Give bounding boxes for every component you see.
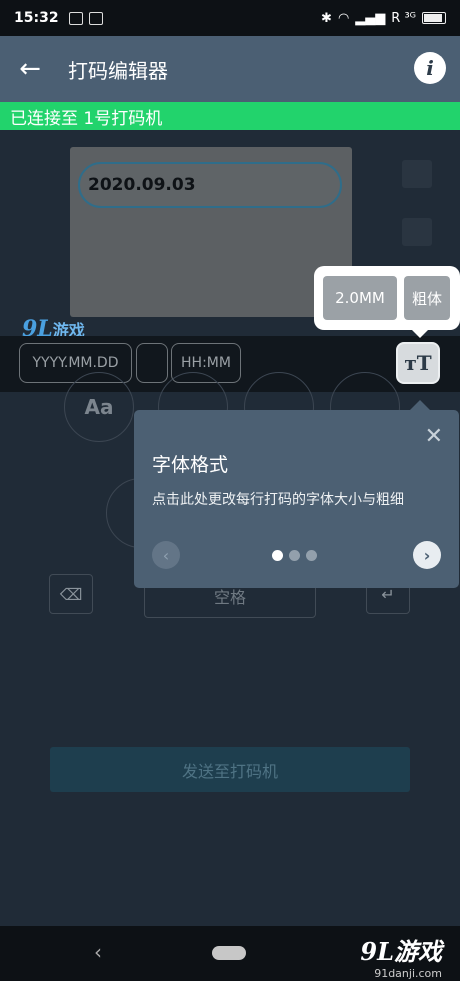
send-to-printer-button[interactable]: 发送至打码机 <box>50 747 410 792</box>
bold-option[interactable]: 粗体 <box>404 276 450 320</box>
gallery-icon <box>68 11 83 25</box>
pagination-dots <box>272 550 317 561</box>
tooltip-title: 字体格式 <box>152 454 229 476</box>
delete-key[interactable]: ⌫ <box>49 574 93 614</box>
folder-icon[interactable] <box>402 160 432 188</box>
back-button[interactable]: ← <box>0 36 60 102</box>
tooltip-next-button[interactable]: › <box>413 541 441 569</box>
app-bar: ← 打码编辑器 i <box>0 36 460 102</box>
separator-chip[interactable] <box>136 343 168 383</box>
font-format-button[interactable]: ᴛT <box>396 342 440 384</box>
watermark-url: 91danji.com <box>374 967 442 980</box>
system-nav-bar: ‹ 9L游戏 91danji.com <box>0 926 460 981</box>
bluetooth-icon: ✱ <box>321 10 332 26</box>
info-button[interactable]: i <box>414 52 446 84</box>
watermark-bottom: 9L游戏 91danji.com <box>360 932 442 980</box>
notification-icons <box>68 11 103 25</box>
image-icon <box>88 11 103 25</box>
close-icon[interactable]: ✕ <box>425 424 443 449</box>
status-time: 15:32 <box>14 10 59 26</box>
page-title: 打码编辑器 <box>68 58 168 83</box>
battery-icon <box>422 12 446 24</box>
nav-home-pill[interactable] <box>212 946 246 960</box>
connection-status-banner: 已连接至 1号打码机 <box>0 102 460 130</box>
page-dot <box>306 550 317 561</box>
print-line-field[interactable]: 2020.09.03 <box>78 162 342 208</box>
font-options-popup: 2.0MM 粗体 <box>314 266 460 338</box>
font-size-option[interactable]: 2.0MM <box>323 276 397 320</box>
system-icons: ✱ ◠ ▂▄▆ R ³ᴳ <box>321 11 446 26</box>
nav-back-button[interactable]: ‹ <box>94 940 102 964</box>
signal-icon: ▂▄▆ <box>355 10 386 26</box>
status-bar: 15:32 ✱ ◠ ▂▄▆ R ³ᴳ <box>0 0 460 36</box>
watermark-logo-text: 9L游戏 <box>360 937 442 966</box>
tutorial-tooltip: ✕ 字体格式 点击此处更改每行打码的字体大小与粗细 ‹ › <box>134 400 459 588</box>
save-icon[interactable] <box>402 218 432 246</box>
page-dot-active <box>272 550 283 561</box>
wifi-icon: ◠ <box>337 10 350 26</box>
page-dot <box>289 550 300 561</box>
tooltip-description: 点击此处更改每行打码的字体大小与粗细 <box>152 492 404 508</box>
tooltip-prev-button[interactable]: ‹ <box>152 541 180 569</box>
font-case-key[interactable]: Aa <box>64 372 134 442</box>
network-type: R ³ᴳ <box>391 10 416 26</box>
